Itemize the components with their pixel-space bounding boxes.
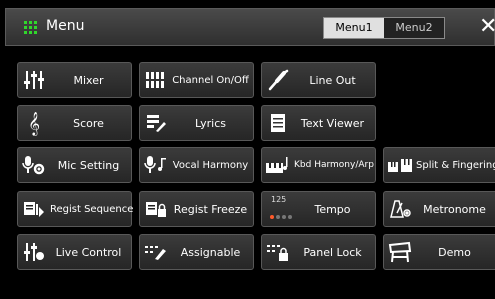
assignable-button[interactable]: Assignable: [139, 234, 254, 270]
lyrics-pen-icon: [140, 106, 172, 140]
mic-notes-icon: [140, 148, 172, 182]
vocal-harmony-button[interactable]: Vocal Harmony: [139, 147, 254, 183]
live-control-knobs-icon: [18, 235, 50, 269]
score-button[interactable]: 𝄞 Score: [17, 105, 132, 141]
regist-sequence-icon: [18, 192, 50, 226]
mixer-button[interactable]: Mixer: [17, 62, 132, 98]
menu-tabs: Menu1 Menu2: [323, 17, 445, 39]
channel-onoff-button[interactable]: Channel On/Off: [139, 62, 254, 98]
metronome-icon: [384, 192, 416, 226]
title-bar: Menu Menu1 Menu2 ✕: [5, 8, 495, 46]
mic-setting-label: Mic Setting: [57, 158, 120, 172]
metronome-button[interactable]: Metronome: [383, 191, 495, 227]
assignable-pen-icon: [140, 235, 172, 269]
close-button[interactable]: ✕: [479, 14, 495, 40]
tempo-dots-icon: [270, 215, 292, 219]
lyrics-button[interactable]: Lyrics: [139, 105, 254, 141]
mixer-sliders-icon: [18, 63, 50, 97]
regist-sequence-button[interactable]: Regist Sequence: [17, 191, 133, 227]
tempo-beat-dot: [288, 215, 292, 219]
mic-setting-button[interactable]: Mic Setting: [17, 147, 132, 183]
mixer-label: Mixer: [73, 73, 104, 87]
line-out-label: Line Out: [309, 73, 356, 87]
text-viewer-label: Text Viewer: [300, 116, 365, 130]
tempo-value: 125: [271, 195, 287, 204]
kbd-harmony-arp-button[interactable]: Kbd Harmony/Arp: [261, 147, 376, 183]
cable-plug-icon: [262, 63, 294, 97]
vocal-harmony-label: Vocal Harmony: [172, 159, 249, 171]
tab-menu1[interactable]: Menu1: [324, 18, 384, 38]
metronome-label: Metronome: [423, 202, 486, 216]
assignable-label: Assignable: [180, 245, 241, 259]
mic-gear-icon: [18, 148, 50, 182]
channel-onoff-label: Channel On/Off: [172, 74, 249, 86]
document-icon: [262, 106, 294, 140]
demo-piano-icon: [384, 235, 416, 269]
channel-bars-icon: [140, 63, 172, 97]
panel-lock-icon: [262, 235, 294, 269]
treble-clef-icon: 𝄞: [28, 111, 40, 135]
demo-label: Demo: [438, 245, 471, 259]
panel-lock-label: Panel Lock: [303, 245, 362, 259]
regist-freeze-button[interactable]: Regist Freeze: [139, 191, 254, 227]
tempo-beat-dot: [270, 215, 274, 219]
tempo-beat-dot: [282, 215, 286, 219]
keyboard-notes-icon: [262, 148, 294, 182]
live-control-button[interactable]: Live Control: [17, 234, 132, 270]
tempo-button[interactable]: 125 Tempo: [261, 191, 376, 227]
panel-lock-button[interactable]: Panel Lock: [261, 234, 376, 270]
line-out-button[interactable]: Line Out: [261, 62, 376, 98]
text-viewer-button[interactable]: Text Viewer: [261, 105, 376, 141]
regist-freeze-icon: [140, 192, 172, 226]
menu-grid-icon: [24, 21, 37, 34]
live-control-label: Live Control: [55, 245, 122, 259]
split-keyboard-icon: [384, 148, 416, 182]
demo-button[interactable]: Demo: [383, 234, 495, 270]
regist-freeze-label: Regist Freeze: [173, 202, 248, 216]
tempo-beat-dot: [276, 215, 280, 219]
tab-menu2[interactable]: Menu2: [384, 18, 444, 38]
split-fingering-button[interactable]: Split & Fingering: [383, 147, 495, 183]
kbd-harmony-arp-label: Kbd Harmony/Arp: [294, 160, 374, 170]
score-label: Score: [73, 116, 104, 130]
split-fingering-label: Split & Fingering: [416, 159, 495, 171]
tempo-label: Tempo: [314, 202, 351, 216]
window-title: Menu: [46, 18, 85, 34]
lyrics-label: Lyrics: [195, 116, 226, 130]
regist-sequence-label: Regist Sequence: [50, 203, 134, 215]
